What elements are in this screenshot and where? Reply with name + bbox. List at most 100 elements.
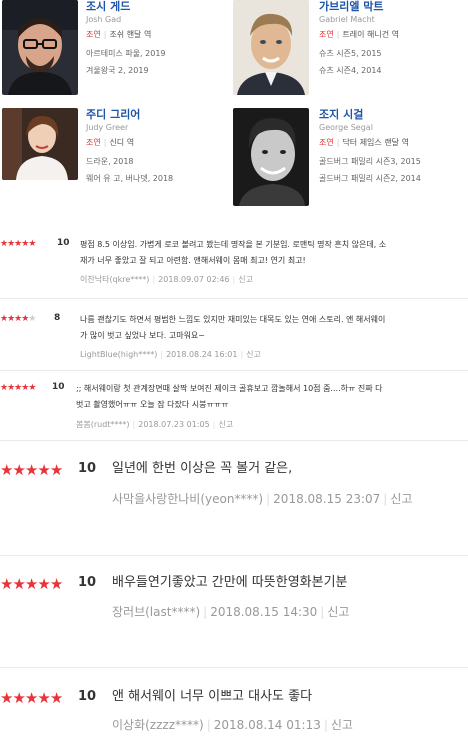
actor-name[interactable]: 조지 시걸 <box>319 108 459 121</box>
report-button[interactable]: 신고 <box>327 605 349 619</box>
star-rating: ★★★★★ <box>0 314 36 324</box>
review-text: 평점 8.5 이상임. 가볍게 로코 볼려고 봤는데 명작을 본 기분임. 로맨… <box>80 237 468 269</box>
actor-photo-icon <box>2 108 78 180</box>
filmography-item[interactable]: 아르테미스 파울, 2019 <box>86 47 226 60</box>
actor-name[interactable]: 조시 게드 <box>86 0 226 13</box>
review-text-line: 평점 8.5 이상임. 가볍게 로코 볼려고 봤는데 명작을 본 기분임. 로맨… <box>80 240 387 249</box>
filmography-item[interactable]: 골드버그 패밀리 시즌2, 2014 <box>319 172 459 185</box>
actor-photo-george-segal[interactable] <box>233 108 309 206</box>
actor-name[interactable]: 주디 그리어 <box>86 108 226 121</box>
review-date: 2018.09.07 02:46 <box>158 275 230 284</box>
cast-card-josh-gad[interactable]: 조시 게드 Josh Gad 조연 | 조쉬 핸달 역 아르테미스 파울, 2019… <box>0 0 230 100</box>
review-item: ★★★★★ 10 앤 해서웨이 너무 이쁘고 대사도 좋다 이상화(zzzz**… <box>0 687 468 743</box>
report-button[interactable]: 신고 <box>246 350 261 359</box>
filmography-item[interactable]: 슈츠 시즌4, 2014 <box>319 64 459 77</box>
review-date: 2018.08.15 14:30 <box>210 605 318 619</box>
star-rating: ★★★★★ <box>0 383 36 393</box>
review-score: 10 <box>78 689 97 704</box>
review-item: ★★★★★ 10 ;; 해서웨이랑 첫 관계장면때 살짝 보여진 제이크 골휴보… <box>0 381 468 433</box>
role-type: 조연 <box>319 138 334 147</box>
actor-photo-icon <box>233 0 309 95</box>
star-filled-icon: ★ <box>21 383 29 393</box>
star-filled-icon: ★ <box>0 575 13 593</box>
report-button[interactable]: 신고 <box>238 275 253 284</box>
divider: | <box>336 138 340 147</box>
divider: | <box>336 30 340 39</box>
divider: | <box>383 492 388 506</box>
divider: | <box>103 30 107 39</box>
review-author[interactable]: 이상화(zzzz****) <box>112 718 204 732</box>
divider: | <box>203 605 208 619</box>
star-filled-icon: ★ <box>24 689 38 707</box>
star-filled-icon: ★ <box>49 689 63 707</box>
review-author[interactable]: 이찬낙타(qkre****) <box>80 275 149 284</box>
role-type: 조연 <box>319 30 334 39</box>
role-type: 조연 <box>86 138 101 147</box>
review-meta: 봄봄(rudt****) | 2018.07.23 01:05 | 신고 <box>76 419 233 430</box>
role-name: 트레이 해니건 역 <box>342 30 400 39</box>
star-filled-icon: ★ <box>12 575 25 593</box>
star-filled-icon: ★ <box>7 383 15 393</box>
star-rating: ★★★★★ <box>0 461 63 479</box>
report-button[interactable]: 신고 <box>390 492 412 506</box>
star-filled-icon: ★ <box>37 461 50 479</box>
review-item: ★★★★★ 10 일년에 한번 이상은 꼭 볼거 같은, 사막을사랑한나비(ye… <box>0 459 468 519</box>
star-filled-icon: ★ <box>14 314 22 324</box>
divider: | <box>323 718 328 732</box>
divider <box>0 298 468 299</box>
star-filled-icon: ★ <box>37 689 50 707</box>
review-score: 10 <box>78 575 97 590</box>
star-empty-icon: ★ <box>28 314 36 324</box>
divider <box>0 370 468 371</box>
review-item: ★★★★★ 10 배우들연기좋았고 간만에 따뜻한영화본기분 장러브(last*… <box>0 573 468 633</box>
actor-photo-josh-gad[interactable] <box>2 0 78 95</box>
actor-english-name: Judy Greer <box>86 123 129 132</box>
review-text-line: 재가 너무 좋았고 잘 되고 아련함. 앤해서웨이 몸매 최고! 연기 최고! <box>80 256 306 265</box>
review-meta: 이찬낙타(qkre****) | 2018.09.07 02:46 | 신고 <box>80 274 253 285</box>
filmography-item[interactable]: 골드버그 패밀리 시즌3, 2015 <box>319 155 459 168</box>
actor-photo-judy-greer[interactable] <box>2 108 78 180</box>
review-text-line: 배우들연기좋았고 간만에 따뜻한영화본기분 <box>112 575 348 590</box>
review-item: ★★★★★ 8 나름 괜찮기도 하면서 평범한 느낌도 있지만 재미있는 대목도… <box>0 312 468 364</box>
actor-name[interactable]: 가브리엘 막트 <box>319 0 459 13</box>
actor-photo-icon <box>233 108 309 206</box>
cast-card-george-segal[interactable]: 조지 시걸 George Segal 조연 | 닥터 제임스 랜달 역 골드버그 패… <box>233 108 463 208</box>
review-author[interactable]: 사막을사랑한나비(yeon****) <box>112 492 263 506</box>
star-filled-icon: ★ <box>24 461 38 479</box>
review-text-line: 일년에 한번 이상은 꼭 볼거 같은, <box>112 461 293 476</box>
star-filled-icon: ★ <box>0 689 13 707</box>
review-author[interactable]: 봄봄(rudt****) <box>76 420 130 429</box>
review-item: ★★★★★ 10 평점 8.5 이상임. 가볍게 로코 볼려고 봤는데 명작을 … <box>0 237 468 297</box>
cast-card-gabriel-macht[interactable]: 가브리엘 막트 Gabriel Macht 조연 | 트레이 해니건 역 슈츠 시즌… <box>233 0 463 100</box>
review-date: 2018.08.24 16:01 <box>166 350 238 359</box>
review-text: 배우들연기좋았고 간만에 따뜻한영화본기분 <box>112 574 348 592</box>
filmography-item[interactable]: 겨울왕국 2, 2019 <box>86 64 226 77</box>
filmography-item[interactable]: 드라운, 2018 <box>86 155 226 168</box>
star-filled-icon: ★ <box>28 239 36 249</box>
review-meta: 장러브(last****) | 2018.08.15 14:30 | 신고 <box>112 603 349 620</box>
cast-card-judy-greer[interactable]: 주디 그리어 Judy Greer 조연 | 신디 역 드라운, 2018 웨어 유… <box>0 108 230 208</box>
review-text: 나름 괜찮기도 하면서 평범한 느낌도 있지만 재미있는 대목도 있는 연애 스… <box>80 312 468 344</box>
filmography-item[interactable]: 웨어 유 고, 버나뎃, 2018 <box>86 172 226 185</box>
review-date: 2018.07.23 01:05 <box>138 420 210 429</box>
actor-english-name: Gabriel Macht <box>319 15 375 24</box>
divider: | <box>152 275 156 284</box>
star-filled-icon: ★ <box>49 575 63 593</box>
star-filled-icon: ★ <box>0 239 8 249</box>
review-text-line: 앤 해서웨이 너무 이쁘고 대사도 좋다 <box>112 689 313 704</box>
role-name: 조쉬 핸달 역 <box>109 30 152 39</box>
report-button[interactable]: 신고 <box>331 718 353 732</box>
review-meta: 사막을사랑한나비(yeon****) | 2018.08.15 23:07 | 신고 <box>112 490 412 507</box>
divider: | <box>232 275 236 284</box>
filmography-item[interactable]: 슈츠 시즌5, 2015 <box>319 47 459 60</box>
review-text: 앤 해서웨이 너무 이쁘고 대사도 좋다 <box>112 688 312 706</box>
review-author[interactable]: 장러브(last****) <box>112 605 200 619</box>
review-author[interactable]: LightBlue(high****) <box>80 350 157 359</box>
actor-photo-gabriel-macht[interactable] <box>233 0 309 95</box>
report-button[interactable]: 신고 <box>218 420 233 429</box>
star-filled-icon: ★ <box>0 461 13 479</box>
actor-role-row: 조연 | 닥터 제임스 랜달 역 <box>319 136 459 149</box>
actor-role-row: 조연 | 신디 역 <box>86 136 226 149</box>
review-score: 8 <box>54 313 61 323</box>
divider: | <box>240 350 244 359</box>
